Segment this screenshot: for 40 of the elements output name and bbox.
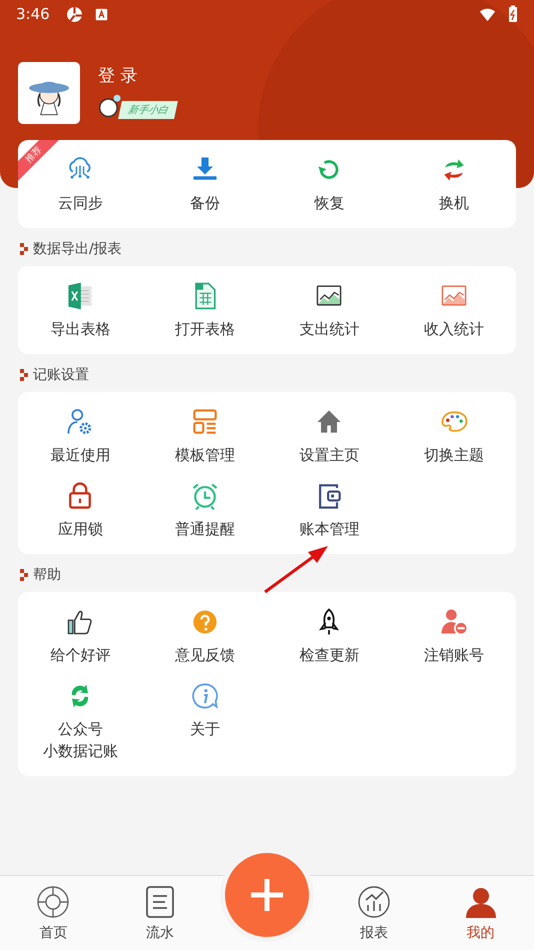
menu-item[interactable]: 导出表格 [48,280,112,340]
avatar[interactable] [18,62,80,124]
menu-item[interactable]: 模板管理 [172,406,237,466]
menu-item[interactable]: 设置主页 [297,406,362,466]
menu-item[interactable]: 切换主题 [422,406,486,466]
menu-item[interactable]: 备份 [186,154,223,214]
nav-tab[interactable]: 我的 [427,876,534,950]
menu-item[interactable]: 检查更新 [297,606,362,666]
lifebuoy-icon [35,884,72,920]
chart-icon [356,884,392,920]
menu-item[interactable]: 云同步 [56,154,105,214]
section-title: 数据导出/报表 [33,240,122,258]
section-marker-icon [20,369,29,381]
nav-tab[interactable]: 报表 [320,876,428,950]
login-link[interactable]: 登 录 [98,64,176,87]
menu-item[interactable]: 普通提醒 [172,480,237,540]
section-title: 记账设置 [33,366,89,384]
keyboard-notification-icon [94,8,108,20]
menu-item[interactable]: 账本管理 [297,480,362,540]
section-marker-icon [20,569,29,581]
status-time: 3:46 [16,5,50,23]
menu-item[interactable]: 给个好评 [48,606,112,666]
menu-item[interactable]: 打开表格 [172,280,237,340]
menu-item[interactable]: 公众号 小数据记账 [40,680,120,762]
menu-item[interactable]: 意见反馈 [172,606,237,666]
nav-tab[interactable]: 流水 [106,876,214,950]
menu-item[interactable]: 收入统计 [422,280,486,340]
section-marker-icon [20,243,29,255]
menu-item[interactable]: 最近使用 [48,406,112,466]
menu-item[interactable]: 换机 [436,154,472,214]
app-notification-icon [66,6,83,22]
menu-item[interactable]: 应用锁 [56,480,105,540]
menu-item[interactable]: 支出统计 [297,280,362,340]
level-badge: 新手小白 [118,101,178,119]
menu-item[interactable]: 恢复 [311,154,348,214]
nav-tab[interactable]: 首页 [0,876,107,950]
section-title: 帮助 [33,566,61,584]
menu-item[interactable]: 关于 [186,680,223,740]
battery-icon [508,5,518,23]
menu-item[interactable]: 注销账号 [422,606,486,666]
